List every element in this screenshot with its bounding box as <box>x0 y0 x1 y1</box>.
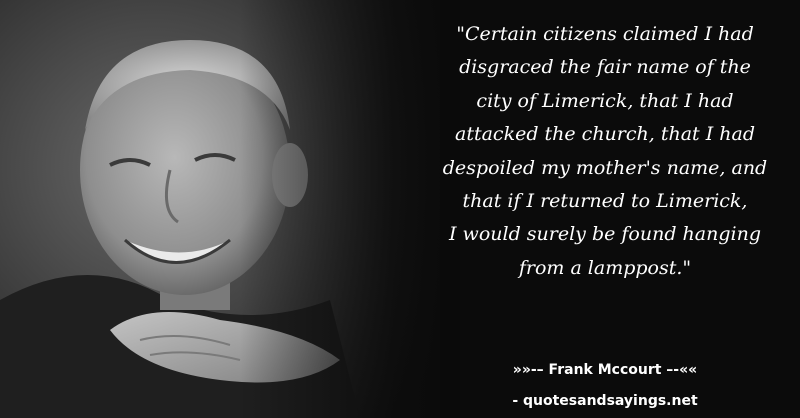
quote-text: "Certain citizens claimed I had disgrace… <box>420 18 790 285</box>
quote-line: disgraced the fair name of the <box>459 56 751 79</box>
site-credit: - quotesandsayings.net <box>512 393 698 409</box>
quote-line: city of Limerick, that I had <box>476 89 734 112</box>
quote-card: "Certain citizens claimed I had disgrace… <box>0 0 800 418</box>
quote-line: "Certain citizens claimed I had <box>456 23 754 45</box>
quote-line: despoiled my mother's name, and <box>442 156 768 179</box>
quote-line: attacked the church, that I had <box>455 123 755 146</box>
quote-line: from a lamppost." <box>518 256 692 279</box>
quote-line: that if I returned to Limerick, <box>462 190 748 213</box>
quote-line: I would surely be found hanging <box>449 223 761 246</box>
quote-author: »»-– Frank Mccourt –-«« <box>512 362 698 378</box>
